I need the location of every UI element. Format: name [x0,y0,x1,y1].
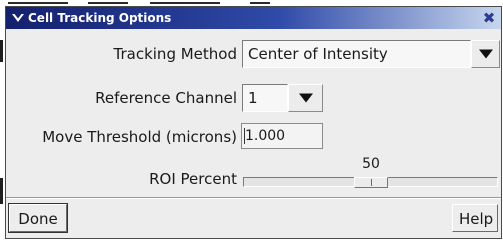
move-threshold-value: 1.000 [245,128,286,144]
reference-channel-label: Reference Channel [95,89,237,107]
button-bar-separator [6,197,501,199]
reference-channel-select[interactable]: 1 [242,84,288,112]
roi-percent-slider[interactable] [243,177,498,188]
help-button[interactable]: Help [452,204,498,232]
reference-channel-dropdown-button[interactable] [288,84,323,112]
background-window-edge [0,40,3,62]
move-threshold-input[interactable]: 1.000 [241,123,323,149]
tracking-method-dropdown-button[interactable] [471,40,500,68]
title-bar[interactable]: Cell Tracking Options ✖ [6,7,501,29]
background-window-edge [0,178,3,204]
close-icon[interactable]: ✖ [480,9,498,27]
tracking-method-select[interactable]: Center of Intensity [242,40,471,68]
slider-thumb[interactable] [354,177,388,188]
chevron-down-icon [478,49,493,59]
tracking-method-label: Tracking Method [113,45,237,63]
window-title: Cell Tracking Options [28,11,172,25]
chevron-down-icon [298,93,313,103]
cell-tracking-options-dialog: Cell Tracking Options ✖ Tracking Method … [5,6,502,239]
roi-percent-label: ROI Percent [149,170,237,188]
done-button[interactable]: Done [8,203,68,233]
roi-percent-value: 50 [362,156,380,172]
chevron-down-icon[interactable] [10,10,26,26]
text-caret [244,128,245,144]
move-threshold-label: Move Threshold (microns) [42,128,237,146]
